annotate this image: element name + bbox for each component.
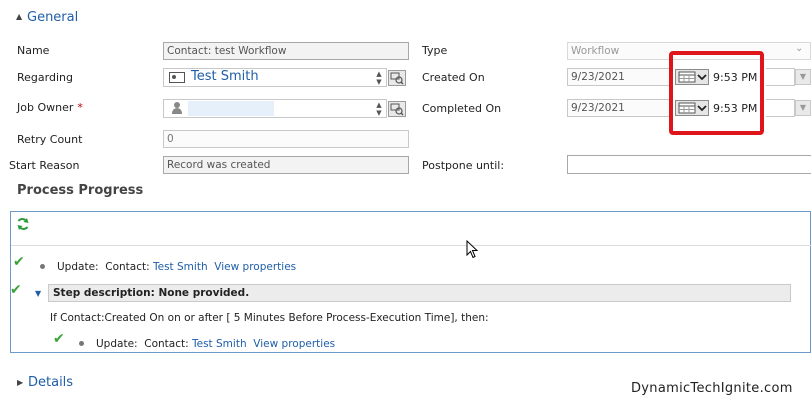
type-dropdown-icon[interactable]: ⌄ [795, 43, 803, 54]
completed-on-time-field[interactable] [766, 99, 795, 117]
general-section-title[interactable]: General [27, 10, 78, 25]
regarding-label: Regarding [17, 71, 73, 84]
retry-count-field[interactable]: 0 [163, 130, 409, 148]
name-label: Name [17, 44, 50, 57]
step1-bullet-icon [40, 264, 45, 269]
redacted-owner-name [188, 101, 274, 116]
required-asterisk: * [77, 101, 83, 114]
job-owner-label: Job Owner * [17, 101, 83, 114]
regarding-value[interactable]: Test Smith [191, 69, 259, 84]
retry-count-label: Retry Count [17, 133, 83, 146]
refresh-icon[interactable] [16, 217, 30, 234]
type-label: Type [422, 44, 448, 57]
created-on-date-field[interactable]: 9/23/2021 [567, 68, 671, 86]
step1-success-check-icon: ✔ [13, 254, 25, 270]
step1-entity: Contact: [105, 261, 150, 273]
step3-success-check-icon: ✔ [53, 331, 65, 347]
created-on-label: Created On [422, 71, 485, 84]
step1-row: Update: Contact: Test Smith View propert… [57, 261, 296, 273]
step2-action: Update: [96, 338, 138, 350]
condition-text: If Contact:Created On on or after [ 5 Mi… [50, 312, 489, 324]
completed-on-time-dropdown-icon[interactable]: ▼ [795, 100, 811, 116]
regarding-lookup[interactable]: Test Smith [163, 68, 387, 87]
contact-card-icon [169, 72, 185, 83]
completed-on-label: Completed On [422, 102, 502, 115]
watermark-text: DynamicTechIgnite.com [631, 381, 793, 396]
start-reason-field[interactable]: Record was created [163, 156, 409, 174]
user-icon [172, 102, 182, 114]
created-on-time-dropdown-icon[interactable]: ▼ [795, 69, 811, 85]
step1-record-link[interactable]: Test Smith [153, 261, 208, 273]
step2-record-link[interactable]: Test Smith [192, 338, 247, 350]
mouse-cursor-icon [466, 239, 480, 263]
step1-view-properties-link[interactable]: View properties [214, 261, 296, 273]
annotation-highlight-box [669, 51, 764, 135]
name-field[interactable]: Contact: test Workflow [163, 42, 409, 60]
step2-entity: Contact: [144, 338, 189, 350]
details-expand-caret-icon[interactable]: ▶ [17, 378, 23, 387]
step2-bullet-icon [79, 341, 84, 346]
regarding-lookup-icon[interactable] [388, 70, 406, 86]
step2-row: Update: Contact: Test Smith View propert… [96, 338, 335, 350]
created-on-time-field[interactable] [766, 68, 795, 86]
start-reason-label: Start Reason [9, 159, 80, 172]
step1-action: Update: [57, 261, 99, 273]
regarding-spinner-icon[interactable]: ▲ ▼ [374, 70, 384, 86]
details-section-title[interactable]: Details [28, 375, 73, 390]
process-progress-title: Process Progress [17, 183, 144, 198]
step2-success-check-icon: ✔ [10, 282, 22, 298]
job-owner-spinner-icon[interactable]: ▲ ▼ [374, 101, 384, 117]
postpone-until-field[interactable] [567, 155, 811, 174]
step2-view-properties-link[interactable]: View properties [253, 338, 335, 350]
panel-divider [11, 245, 811, 246]
expand-chevron-down-icon[interactable]: ▼ [35, 289, 41, 298]
completed-on-date-field[interactable]: 9/23/2021 [567, 99, 671, 117]
process-progress-panel [10, 211, 811, 353]
job-owner-lookup-icon[interactable] [388, 101, 406, 117]
step-description-bar: Step description: None provided. [48, 284, 791, 302]
postpone-until-label: Postpone until: [422, 159, 505, 172]
job-owner-lookup[interactable] [163, 99, 387, 118]
collapse-caret-icon[interactable]: ▲ [16, 12, 22, 21]
